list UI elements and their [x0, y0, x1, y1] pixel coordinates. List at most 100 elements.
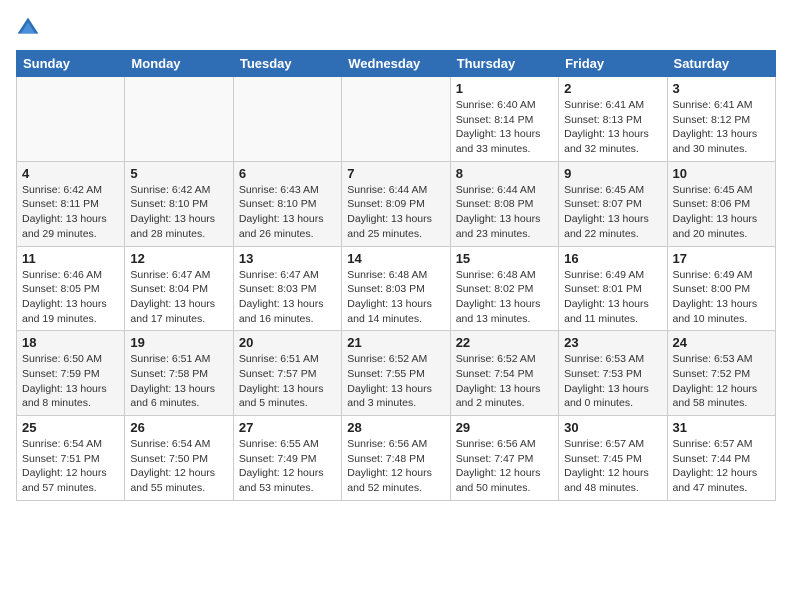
- calendar-cell: 3 Sunrise: 6:41 AMSunset: 8:12 PMDaylight…: [667, 77, 775, 162]
- calendar-cell: 16 Sunrise: 6:49 AMSunset: 8:01 PMDayligh…: [559, 246, 667, 331]
- calendar-cell: 9 Sunrise: 6:45 AMSunset: 8:07 PMDaylight…: [559, 161, 667, 246]
- day-number: 6: [239, 166, 336, 181]
- day-number: 23: [564, 335, 661, 350]
- calendar-cell: 25Sunrise: 6:54 AMSunset: 7:51 PMDayligh…: [17, 416, 125, 501]
- cell-content: Sunrise: 6:56 AMSunset: 7:47 PMDaylight:…: [456, 437, 553, 496]
- cell-content: Sunrise: 6:47 AMSunset: 8:03 PMDaylight:…: [239, 268, 336, 327]
- header-thursday: Thursday: [450, 51, 558, 77]
- day-number: 18: [22, 335, 119, 350]
- cell-content: Sunrise: 6:50 AMSunset: 7:59 PMDaylight:…: [22, 352, 119, 411]
- calendar-cell: 2 Sunrise: 6:41 AMSunset: 8:13 PMDaylight…: [559, 77, 667, 162]
- day-number: 28: [347, 420, 444, 435]
- calendar-cell: 8Sunrise: 6:44 AMSunset: 8:08 PMDaylight…: [450, 161, 558, 246]
- calendar-cell: 11 Sunrise: 6:46 AMSunset: 8:05 PMDayligh…: [17, 246, 125, 331]
- cell-content: Sunrise: 6:47 AMSunset: 8:04 PMDaylight:…: [130, 268, 227, 327]
- day-number: 12: [130, 251, 227, 266]
- calendar-cell: 22 Sunrise: 6:52 AMSunset: 7:54 PMDayligh…: [450, 331, 558, 416]
- cell-content: Sunrise: 6:55 AMSunset: 7:49 PMDaylight:…: [239, 437, 336, 496]
- calendar-cell: 12 Sunrise: 6:47 AMSunset: 8:04 PMDayligh…: [125, 246, 233, 331]
- calendar-cell: [17, 77, 125, 162]
- cell-content: Sunrise: 6:53 AMSunset: 7:53 PMDaylight:…: [564, 352, 661, 411]
- calendar-cell: 23 Sunrise: 6:53 AMSunset: 7:53 PMDayligh…: [559, 331, 667, 416]
- calendar-cell: 30 Sunrise: 6:57 AMSunset: 7:45 PMDayligh…: [559, 416, 667, 501]
- header-tuesday: Tuesday: [233, 51, 341, 77]
- calendar-cell: 19 Sunrise: 6:51 AMSunset: 7:58 PMDayligh…: [125, 331, 233, 416]
- cell-content: Sunrise: 6:43 AMSunset: 8:10 PMDaylight:…: [239, 183, 336, 242]
- calendar-cell: 4 Sunrise: 6:42 AMSunset: 8:11 PMDaylight…: [17, 161, 125, 246]
- header-sunday: Sunday: [17, 51, 125, 77]
- week-row-3: 11 Sunrise: 6:46 AMSunset: 8:05 PMDayligh…: [17, 246, 776, 331]
- logo: [16, 16, 44, 40]
- day-number: 19: [130, 335, 227, 350]
- calendar-cell: [233, 77, 341, 162]
- cell-content: Sunrise: 6:56 AMSunset: 7:48 PMDaylight:…: [347, 437, 444, 496]
- cell-content: Sunrise: 6:48 AMSunset: 8:02 PMDaylight:…: [456, 268, 553, 327]
- cell-content: Sunrise: 6:48 AMSunset: 8:03 PMDaylight:…: [347, 268, 444, 327]
- header-monday: Monday: [125, 51, 233, 77]
- calendar-cell: 13Sunrise: 6:47 AMSunset: 8:03 PMDayligh…: [233, 246, 341, 331]
- day-number: 4: [22, 166, 119, 181]
- page-header: [16, 16, 776, 40]
- cell-content: Sunrise: 6:52 AMSunset: 7:54 PMDaylight:…: [456, 352, 553, 411]
- cell-content: Sunrise: 6:51 AMSunset: 7:57 PMDaylight:…: [239, 352, 336, 411]
- logo-icon: [16, 16, 40, 40]
- day-number: 29: [456, 420, 553, 435]
- cell-content: Sunrise: 6:57 AMSunset: 7:44 PMDaylight:…: [673, 437, 770, 496]
- calendar-cell: [342, 77, 450, 162]
- cell-content: Sunrise: 6:42 AMSunset: 8:11 PMDaylight:…: [22, 183, 119, 242]
- header-wednesday: Wednesday: [342, 51, 450, 77]
- calendar-cell: 6 Sunrise: 6:43 AMSunset: 8:10 PMDaylight…: [233, 161, 341, 246]
- cell-content: Sunrise: 6:53 AMSunset: 7:52 PMDaylight:…: [673, 352, 770, 411]
- day-number: 9: [564, 166, 661, 181]
- day-number: 31: [673, 420, 770, 435]
- cell-content: Sunrise: 6:54 AMSunset: 7:50 PMDaylight:…: [130, 437, 227, 496]
- calendar-cell: 20Sunrise: 6:51 AMSunset: 7:57 PMDayligh…: [233, 331, 341, 416]
- calendar-cell: 18 Sunrise: 6:50 AMSunset: 7:59 PMDayligh…: [17, 331, 125, 416]
- calendar-cell: 26 Sunrise: 6:54 AMSunset: 7:50 PMDayligh…: [125, 416, 233, 501]
- cell-content: Sunrise: 6:57 AMSunset: 7:45 PMDaylight:…: [564, 437, 661, 496]
- cell-content: Sunrise: 6:40 AMSunset: 8:14 PMDaylight:…: [456, 98, 553, 157]
- cell-content: Sunrise: 6:49 AMSunset: 8:00 PMDaylight:…: [673, 268, 770, 327]
- day-number: 10: [673, 166, 770, 181]
- day-number: 24: [673, 335, 770, 350]
- calendar-cell: 21 Sunrise: 6:52 AMSunset: 7:55 PMDayligh…: [342, 331, 450, 416]
- week-row-1: 1 Sunrise: 6:40 AMSunset: 8:14 PMDaylight…: [17, 77, 776, 162]
- day-number: 27: [239, 420, 336, 435]
- day-number: 1: [456, 81, 553, 96]
- day-number: 22: [456, 335, 553, 350]
- cell-content: Sunrise: 6:41 AMSunset: 8:12 PMDaylight:…: [673, 98, 770, 157]
- calendar-cell: 15 Sunrise: 6:48 AMSunset: 8:02 PMDayligh…: [450, 246, 558, 331]
- day-number: 8: [456, 166, 553, 181]
- day-number: 16: [564, 251, 661, 266]
- day-number: 7: [347, 166, 444, 181]
- day-number: 11: [22, 251, 119, 266]
- day-number: 2: [564, 81, 661, 96]
- day-number: 15: [456, 251, 553, 266]
- calendar-cell: [125, 77, 233, 162]
- calendar-header-row: SundayMondayTuesdayWednesdayThursdayFrid…: [17, 51, 776, 77]
- cell-content: Sunrise: 6:41 AMSunset: 8:13 PMDaylight:…: [564, 98, 661, 157]
- cell-content: Sunrise: 6:52 AMSunset: 7:55 PMDaylight:…: [347, 352, 444, 411]
- calendar-cell: 17 Sunrise: 6:49 AMSunset: 8:00 PMDayligh…: [667, 246, 775, 331]
- calendar-table: SundayMondayTuesdayWednesdayThursdayFrid…: [16, 50, 776, 501]
- cell-content: Sunrise: 6:49 AMSunset: 8:01 PMDaylight:…: [564, 268, 661, 327]
- calendar-cell: 31 Sunrise: 6:57 AMSunset: 7:44 PMDayligh…: [667, 416, 775, 501]
- cell-content: Sunrise: 6:46 AMSunset: 8:05 PMDaylight:…: [22, 268, 119, 327]
- cell-content: Sunrise: 6:51 AMSunset: 7:58 PMDaylight:…: [130, 352, 227, 411]
- day-number: 26: [130, 420, 227, 435]
- day-number: 3: [673, 81, 770, 96]
- day-number: 25: [22, 420, 119, 435]
- day-number: 30: [564, 420, 661, 435]
- calendar-cell: 28 Sunrise: 6:56 AMSunset: 7:48 PMDayligh…: [342, 416, 450, 501]
- day-number: 17: [673, 251, 770, 266]
- week-row-5: 25Sunrise: 6:54 AMSunset: 7:51 PMDayligh…: [17, 416, 776, 501]
- header-friday: Friday: [559, 51, 667, 77]
- cell-content: Sunrise: 6:45 AMSunset: 8:07 PMDaylight:…: [564, 183, 661, 242]
- calendar-cell: 27 Sunrise: 6:55 AMSunset: 7:49 PMDayligh…: [233, 416, 341, 501]
- day-number: 21: [347, 335, 444, 350]
- day-number: 5: [130, 166, 227, 181]
- week-row-4: 18 Sunrise: 6:50 AMSunset: 7:59 PMDayligh…: [17, 331, 776, 416]
- week-row-2: 4 Sunrise: 6:42 AMSunset: 8:11 PMDaylight…: [17, 161, 776, 246]
- cell-content: Sunrise: 6:45 AMSunset: 8:06 PMDaylight:…: [673, 183, 770, 242]
- calendar-cell: 14Sunrise: 6:48 AMSunset: 8:03 PMDayligh…: [342, 246, 450, 331]
